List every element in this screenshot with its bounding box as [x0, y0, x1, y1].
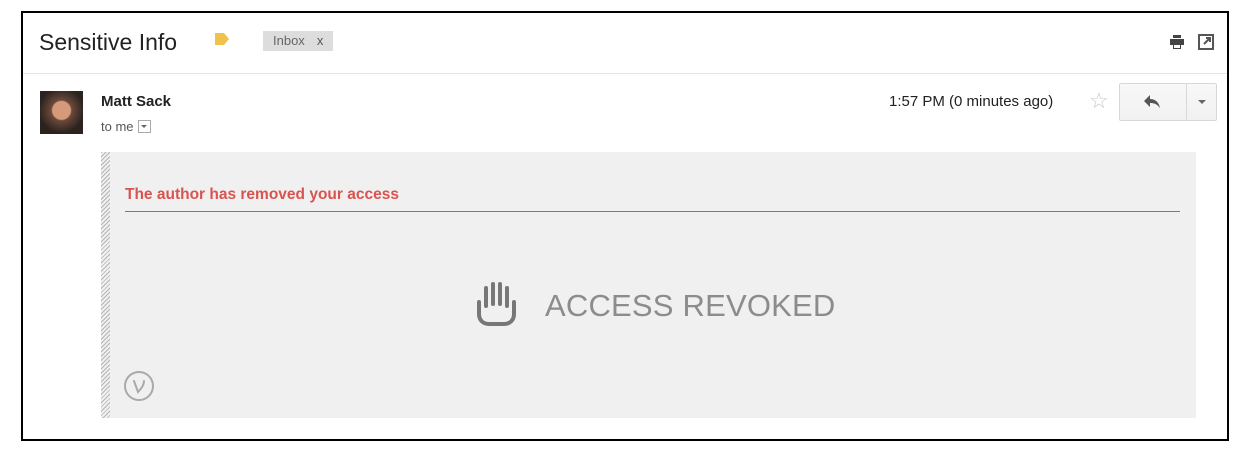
new-window-icon[interactable] [1198, 34, 1214, 50]
reply-icon [1144, 95, 1160, 108]
subject-header: Sensitive Info Inbox x [23, 13, 1227, 74]
access-removed-notice: The author has removed your access [125, 186, 399, 203]
access-revoked-card: The author has removed your access ACCES… [101, 152, 1196, 418]
show-details-dropdown[interactable] [137, 120, 151, 133]
reply-button[interactable] [1120, 84, 1187, 120]
sender-name[interactable]: Matt Sack [101, 93, 171, 110]
recipient-text: to me [101, 119, 134, 134]
sender-avatar [40, 91, 83, 134]
recipient-line: to me [101, 119, 151, 134]
virtru-v-icon[interactable] [123, 370, 155, 402]
label-tag-icon[interactable] [215, 33, 229, 45]
remove-label-button[interactable]: x [317, 33, 324, 48]
print-icon[interactable] [1169, 34, 1185, 50]
email-subject: Sensitive Info [39, 29, 178, 55]
star-icon[interactable]: ☆ [1089, 89, 1109, 113]
hand-stop-icon [477, 282, 516, 326]
hatched-border [101, 152, 110, 418]
inbox-label-chip: Inbox x [263, 31, 334, 51]
notice-divider [125, 211, 1180, 212]
email-timestamp: 1:57 PM (0 minutes ago) [889, 93, 1054, 110]
reply-button-group [1119, 83, 1217, 121]
access-revoked-text: ACCESS REVOKED [545, 288, 836, 323]
inbox-chip-label: Inbox [273, 33, 305, 48]
email-window: Sensitive Info Inbox x Matt Sack to me 1:… [21, 11, 1229, 441]
more-options-button[interactable] [1187, 84, 1217, 120]
